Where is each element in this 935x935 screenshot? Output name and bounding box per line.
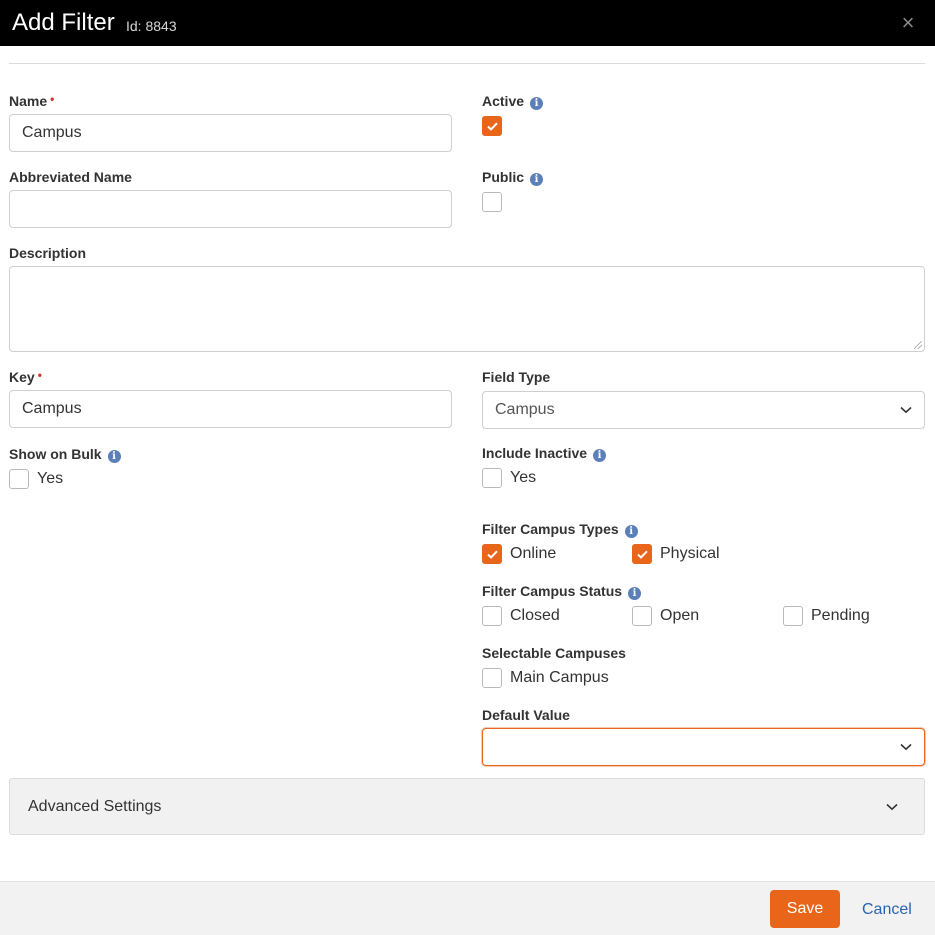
default-value-select[interactable] xyxy=(482,728,925,766)
default-value-label: Default Value xyxy=(482,707,570,723)
include-inactive-label: Include Inactive i xyxy=(482,444,607,462)
include-inactive-checkbox[interactable] xyxy=(482,468,502,488)
selectable-campuses-label: Selectable Campuses xyxy=(482,645,626,661)
filter-campus-types-label: Filter Campus Types i xyxy=(482,520,638,538)
cancel-button[interactable]: Cancel xyxy=(862,900,912,920)
check-icon xyxy=(487,122,498,131)
chevron-down-icon xyxy=(886,803,898,811)
campus-main-checkbox[interactable] xyxy=(482,668,502,688)
show-on-bulk-label: Show on Bulk i xyxy=(9,445,121,463)
check-icon xyxy=(487,550,498,559)
campus-status-pending-label[interactable]: Pending xyxy=(811,606,870,626)
key-label: Key • xyxy=(9,368,42,386)
description-textarea[interactable] xyxy=(9,266,925,352)
key-label-text: Key xyxy=(9,369,35,385)
key-input[interactable]: Campus xyxy=(9,390,452,428)
close-icon[interactable]: × xyxy=(896,12,920,34)
modal-footer: Save Cancel xyxy=(0,881,935,935)
header-divider xyxy=(9,63,925,64)
field-type-value: Campus xyxy=(495,401,555,418)
campus-type-physical-label[interactable]: Physical xyxy=(660,544,720,564)
campus-status-pending-checkbox[interactable] xyxy=(783,606,803,626)
required-marker: • xyxy=(37,368,42,382)
active-checkbox[interactable] xyxy=(482,116,502,136)
campus-status-open-checkbox[interactable] xyxy=(632,606,652,626)
name-input[interactable]: Campus xyxy=(9,114,452,152)
name-label: Name • xyxy=(9,92,54,110)
info-icon[interactable]: i xyxy=(628,587,642,600)
chevron-down-icon xyxy=(900,743,912,751)
filter-campus-status-label-text: Filter Campus Status xyxy=(482,583,623,599)
advanced-settings-panel[interactable]: Advanced Settings xyxy=(9,778,925,835)
campus-type-online-checkbox[interactable] xyxy=(482,544,502,564)
info-icon[interactable]: i xyxy=(530,173,544,186)
filter-campus-types-label-text: Filter Campus Types xyxy=(482,521,619,537)
campus-status-closed-label[interactable]: Closed xyxy=(510,606,560,626)
field-type-select[interactable]: Campus xyxy=(482,391,925,429)
include-inactive-option-label[interactable]: Yes xyxy=(510,468,536,488)
chevron-down-icon xyxy=(900,406,912,414)
info-icon[interactable]: i xyxy=(624,525,638,538)
modal-header: Add Filter Id: 8843 × xyxy=(0,0,935,46)
show-on-bulk-option-label[interactable]: Yes xyxy=(37,469,63,489)
name-label-text: Name xyxy=(9,93,48,109)
info-icon[interactable]: i xyxy=(530,97,544,110)
public-label: Public i xyxy=(482,168,544,186)
active-label-text: Active xyxy=(482,93,525,109)
active-label: Active i xyxy=(482,92,544,110)
campus-status-closed-checkbox[interactable] xyxy=(482,606,502,626)
resize-handle[interactable] xyxy=(914,341,922,349)
field-type-label: Field Type xyxy=(482,369,551,385)
abbreviated-name-label: Abbreviated Name xyxy=(9,169,132,185)
modal-title: Add Filter xyxy=(12,9,115,36)
description-label: Description xyxy=(9,245,87,261)
check-icon xyxy=(637,550,648,559)
campus-type-online-label[interactable]: Online xyxy=(510,544,556,564)
public-label-text: Public xyxy=(482,169,525,185)
show-on-bulk-checkbox[interactable] xyxy=(9,469,29,489)
advanced-settings-title: Advanced Settings xyxy=(28,798,162,815)
filter-campus-status-label: Filter Campus Status i xyxy=(482,582,642,600)
campus-main-label[interactable]: Main Campus xyxy=(510,668,609,688)
abbreviated-name-input[interactable] xyxy=(9,190,452,228)
filter-id: Id: 8843 xyxy=(126,18,177,34)
info-icon[interactable]: i xyxy=(107,450,121,463)
info-icon[interactable]: i xyxy=(593,449,607,462)
include-inactive-label-text: Include Inactive xyxy=(482,445,588,461)
save-button[interactable]: Save xyxy=(770,890,840,928)
required-marker: • xyxy=(50,92,55,106)
campus-type-physical-checkbox[interactable] xyxy=(632,544,652,564)
campus-status-open-label[interactable]: Open xyxy=(660,606,699,626)
public-checkbox[interactable] xyxy=(482,192,502,212)
show-on-bulk-label-text: Show on Bulk xyxy=(9,446,102,462)
